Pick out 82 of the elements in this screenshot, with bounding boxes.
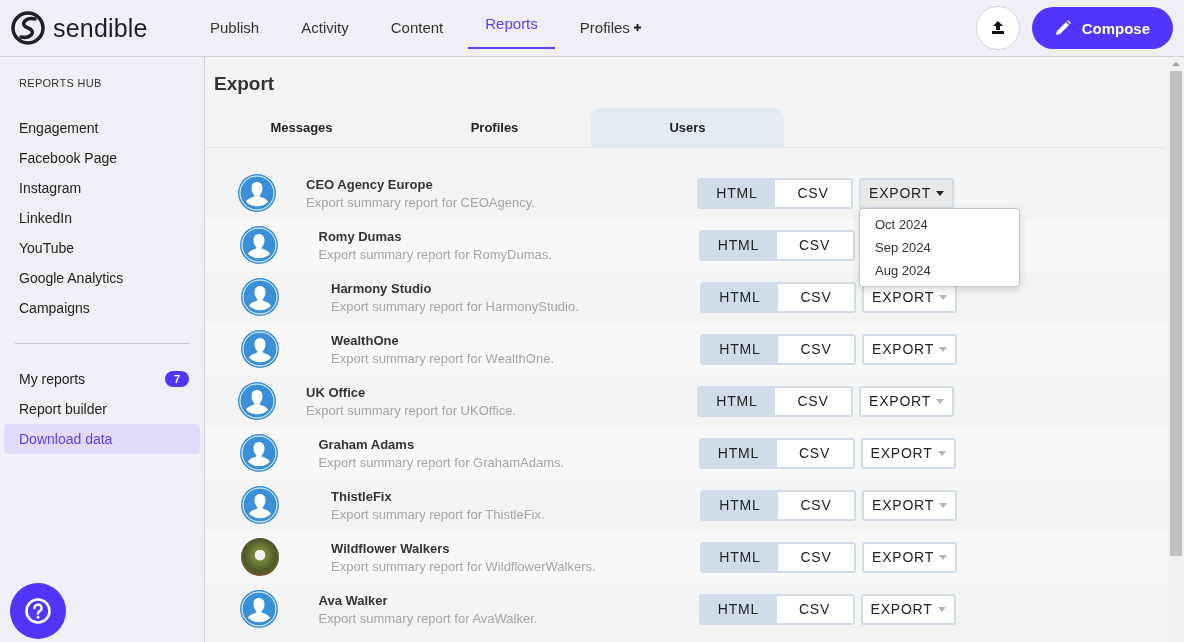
user-avatar-icon [241,330,279,368]
logo-icon [11,11,45,45]
upload-button[interactable] [975,6,1020,50]
help-icon [24,597,52,625]
export-dropdown[interactable]: EXPORT [859,177,955,209]
nav-tab[interactable]: Content [373,0,461,56]
user-avatar-icon [239,590,278,628]
menu-item[interactable]: Aug 2024 [860,258,1019,282]
user-avatar-icon [238,174,276,212]
brand-name: sendible [53,13,148,43]
user-avatar-icon [239,226,278,264]
caret-icon [936,190,945,196]
user-name: Graham Adams [318,436,416,452]
user-avatar-icon [241,486,279,524]
sidebar-item[interactable]: Download data [4,424,200,454]
export-dropdown[interactable]: EXPORT [862,489,958,521]
caret-icon [939,554,948,560]
page-title: Export [214,73,276,95]
format-button[interactable]: HTML [700,231,777,259]
user-name: Harmony Studio [331,280,433,296]
format-button[interactable]: HTML [699,387,775,415]
nav-tab[interactable]: Publish [210,0,277,56]
tab[interactable]: Messages [205,108,398,147]
tab[interactable]: Users [591,108,784,147]
user-avatar-icon [241,278,279,316]
report-description: Export summary report for ThistleFix. [331,506,546,522]
user-name: UK Office [306,384,367,400]
export-dropdown[interactable]: EXPORT [862,333,958,365]
format-button[interactable]: HTML [699,179,775,207]
user-name: WealthOne [331,332,400,348]
sidebar-item[interactable]: My reports 7 [4,364,200,394]
report-description: Export summary report for RomyDumas. [318,246,553,262]
format-button[interactable]: HTML [700,595,777,623]
nav-tab[interactable]: Reports [468,0,555,49]
report-description: Export summary report for WildflowerWalkers. [331,558,597,574]
caret-icon [937,606,946,612]
menu-item[interactable]: Oct 2024 [860,212,1019,236]
format-button[interactable]: HTML [702,335,778,363]
nav-tab[interactable]: Profiles [562,0,659,56]
menu-item[interactable]: Sep 2024 [860,235,1019,259]
sidebar-item[interactable]: LinkedIn [4,203,200,233]
user-avatar-icon [238,382,276,420]
export-dropdown[interactable]: EXPORT [860,593,956,625]
sidebar-item[interactable]: Google Analytics [4,263,200,293]
caret-icon [939,294,948,300]
report-description: Export summary report for AvaWalker. [318,610,539,626]
caret-icon [936,398,945,404]
user-name: CEO Agency Europe [306,176,434,192]
export-dropdown[interactable]: EXPORT [862,541,958,573]
format-button[interactable]: HTML [702,543,778,571]
export-dropdown[interactable]: EXPORT [859,385,955,417]
section-heading: REPORTS HUB [18,77,103,89]
user-avatar-icon [239,434,278,472]
user-name: Wildflower Walkers [331,540,451,556]
user-name: Ava Walker [318,592,389,608]
sidebar-item[interactable]: Engagement [4,113,200,143]
upload-icon [989,20,1006,36]
user-name: Romy Dumas [318,228,403,244]
report-description: Export summary report for GrahamAdams. [318,454,566,470]
format-button[interactable]: HTML [702,491,778,519]
sidebar-item[interactable]: Campaigns [4,293,200,323]
sidebar-item[interactable]: Report builder [4,394,200,424]
report-description: Export summary report for UKOffice. [306,402,517,418]
caret-icon [939,502,948,508]
report-description: Export summary report for HarmonyStudio. [331,298,580,314]
compose-button[interactable]: Compose [1031,7,1173,49]
user-name: ThistleFix [331,488,393,504]
count-badge: 7 [164,371,189,387]
caret-icon [937,450,946,456]
tab[interactable]: Profiles [398,108,591,147]
sidebar-item[interactable]: Facebook Page [4,143,200,173]
sidebar-item[interactable]: Instagram [4,173,200,203]
caret-icon [939,346,948,352]
sidebar-item[interactable]: YouTube [4,233,200,263]
export-dropdown[interactable]: EXPORT [860,437,956,469]
format-button[interactable]: HTML [700,439,777,467]
avatar-photo [241,538,279,576]
report-description: Export summary report for WealthOne. [331,350,555,366]
format-button[interactable]: HTML [702,283,778,311]
pencil-icon [1053,19,1072,37]
nav-tab[interactable]: Activity [284,0,366,56]
report-description: Export summary report for CEOAgency. [306,194,536,210]
